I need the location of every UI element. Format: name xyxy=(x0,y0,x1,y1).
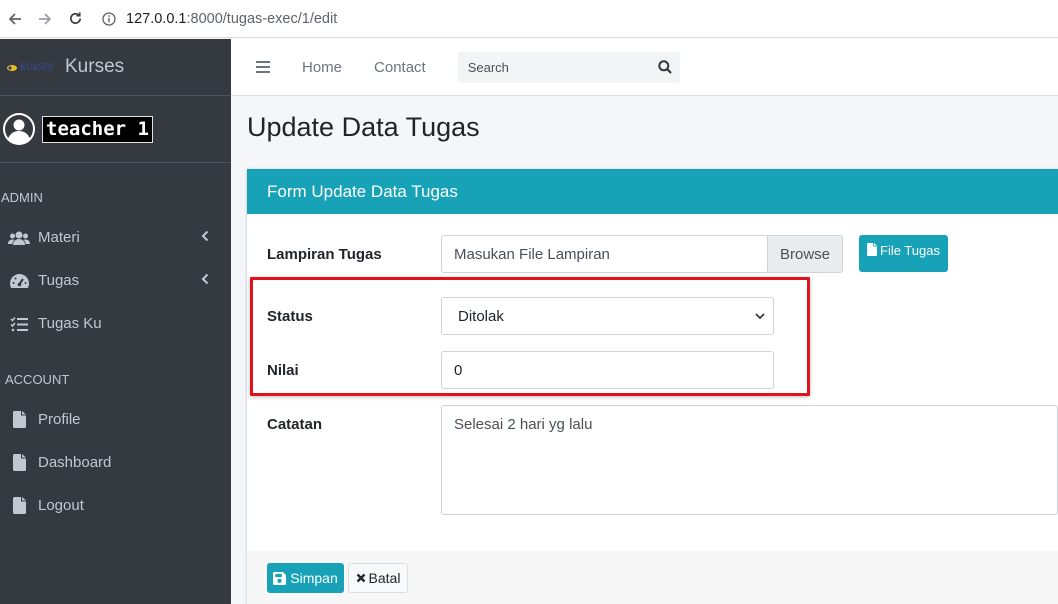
chevron-down-icon xyxy=(755,312,765,319)
username: teacher 1 xyxy=(42,115,153,143)
file-icon xyxy=(867,243,877,256)
forward-arrow-icon xyxy=(39,12,52,25)
nav-link-contact[interactable]: Contact xyxy=(374,59,426,76)
url-path: :8000/tugas-exec/1/edit xyxy=(186,10,338,27)
search-icon[interactable] xyxy=(658,60,672,74)
file-icon xyxy=(8,411,30,428)
nav-header-account: ACCOUNT xyxy=(5,371,70,387)
tachometer-icon xyxy=(8,273,30,289)
card-footer: Simpan Batal xyxy=(247,551,1058,604)
sidebar-item-label: Tugas Ku xyxy=(38,315,102,332)
sidebar-item-logout[interactable]: Logout xyxy=(0,484,231,527)
brand-link[interactable]: KURSES Kurses xyxy=(0,39,231,96)
forward-button[interactable] xyxy=(30,0,60,38)
catatan-label: Catatan xyxy=(267,416,323,433)
lampiran-label: Lampiran Tugas xyxy=(267,246,382,263)
info-icon xyxy=(102,11,116,26)
browser-toolbar: 127.0.0.1:8000/tugas-exec/1/edit xyxy=(0,0,1058,38)
cancel-label: Batal xyxy=(368,570,401,586)
file-input-placeholder: Masukan File Lampiran xyxy=(454,245,610,263)
file-tugas-label: File Tugas xyxy=(880,243,940,258)
nav-header-admin: ADMIN xyxy=(1,189,43,205)
hamburger-menu-icon[interactable] xyxy=(256,61,270,73)
sidebar-item-label: Profile xyxy=(38,411,81,428)
cancel-button[interactable]: Batal xyxy=(348,563,408,593)
sidebar-item-tugas-ku[interactable]: Tugas Ku xyxy=(0,302,231,345)
browse-button[interactable]: Browse xyxy=(767,236,842,272)
sidebar: KURSES Kurses teacher 1 ADMIN Materi Tug… xyxy=(0,39,231,604)
address-bar[interactable]: 127.0.0.1:8000/tugas-exec/1/edit xyxy=(94,5,337,33)
close-icon xyxy=(356,573,365,583)
nilai-input[interactable]: 0 xyxy=(441,351,774,389)
file-icon xyxy=(8,454,30,471)
search-input[interactable] xyxy=(465,58,636,76)
sidebar-item-profile[interactable]: Profile xyxy=(0,398,231,441)
form-card: Form Update Data Tugas Lampiran Tugas Ma… xyxy=(247,169,1058,604)
file-tugas-button[interactable]: File Tugas xyxy=(859,235,948,272)
save-icon xyxy=(273,571,287,585)
sidebar-item-materi[interactable]: Materi xyxy=(0,216,231,259)
file-icon xyxy=(8,497,30,514)
nilai-label: Nilai xyxy=(267,362,299,379)
catatan-textarea[interactable]: Selesai 2 hari yg lalu xyxy=(441,405,1058,515)
nav-link-home[interactable]: Home xyxy=(302,59,342,76)
save-label: Simpan xyxy=(290,570,338,586)
users-icon xyxy=(8,230,30,246)
save-button[interactable]: Simpan xyxy=(267,563,344,593)
top-navbar: Home Contact xyxy=(231,39,1058,96)
sidebar-item-label: Dashboard xyxy=(38,454,112,471)
page-title: Update Data Tugas xyxy=(247,112,480,142)
url-host: 127.0.0.1 xyxy=(126,10,187,27)
sidebar-item-label: Materi xyxy=(38,229,80,246)
sidebar-item-label: Tugas xyxy=(38,272,80,289)
navbar-search xyxy=(457,51,680,83)
back-arrow-icon xyxy=(8,12,21,25)
sidebar-item-dashboard[interactable]: Dashboard xyxy=(0,441,231,484)
brand-name: Kurses xyxy=(65,56,125,77)
tasks-icon xyxy=(8,316,30,332)
sidebar-item-label: Logout xyxy=(38,497,84,514)
reload-icon xyxy=(69,12,81,24)
status-select[interactable]: Ditolak xyxy=(441,297,774,335)
svg-text:KURSES: KURSES xyxy=(19,62,53,72)
card-header: Form Update Data Tugas xyxy=(247,169,1058,214)
reload-button[interactable] xyxy=(60,0,90,38)
chevron-left-icon xyxy=(201,273,209,285)
user-panel[interactable]: teacher 1 xyxy=(0,96,231,163)
chevron-left-icon xyxy=(201,230,209,242)
file-input[interactable]: Masukan File Lampiran Browse xyxy=(441,235,843,273)
status-label: Status xyxy=(267,308,313,325)
brand-logo: KURSES xyxy=(2,52,58,82)
user-avatar-icon xyxy=(3,113,35,145)
sidebar-item-tugas[interactable]: Tugas xyxy=(0,259,231,302)
back-button[interactable] xyxy=(0,0,30,38)
status-selected-value: Ditolak xyxy=(458,307,504,325)
